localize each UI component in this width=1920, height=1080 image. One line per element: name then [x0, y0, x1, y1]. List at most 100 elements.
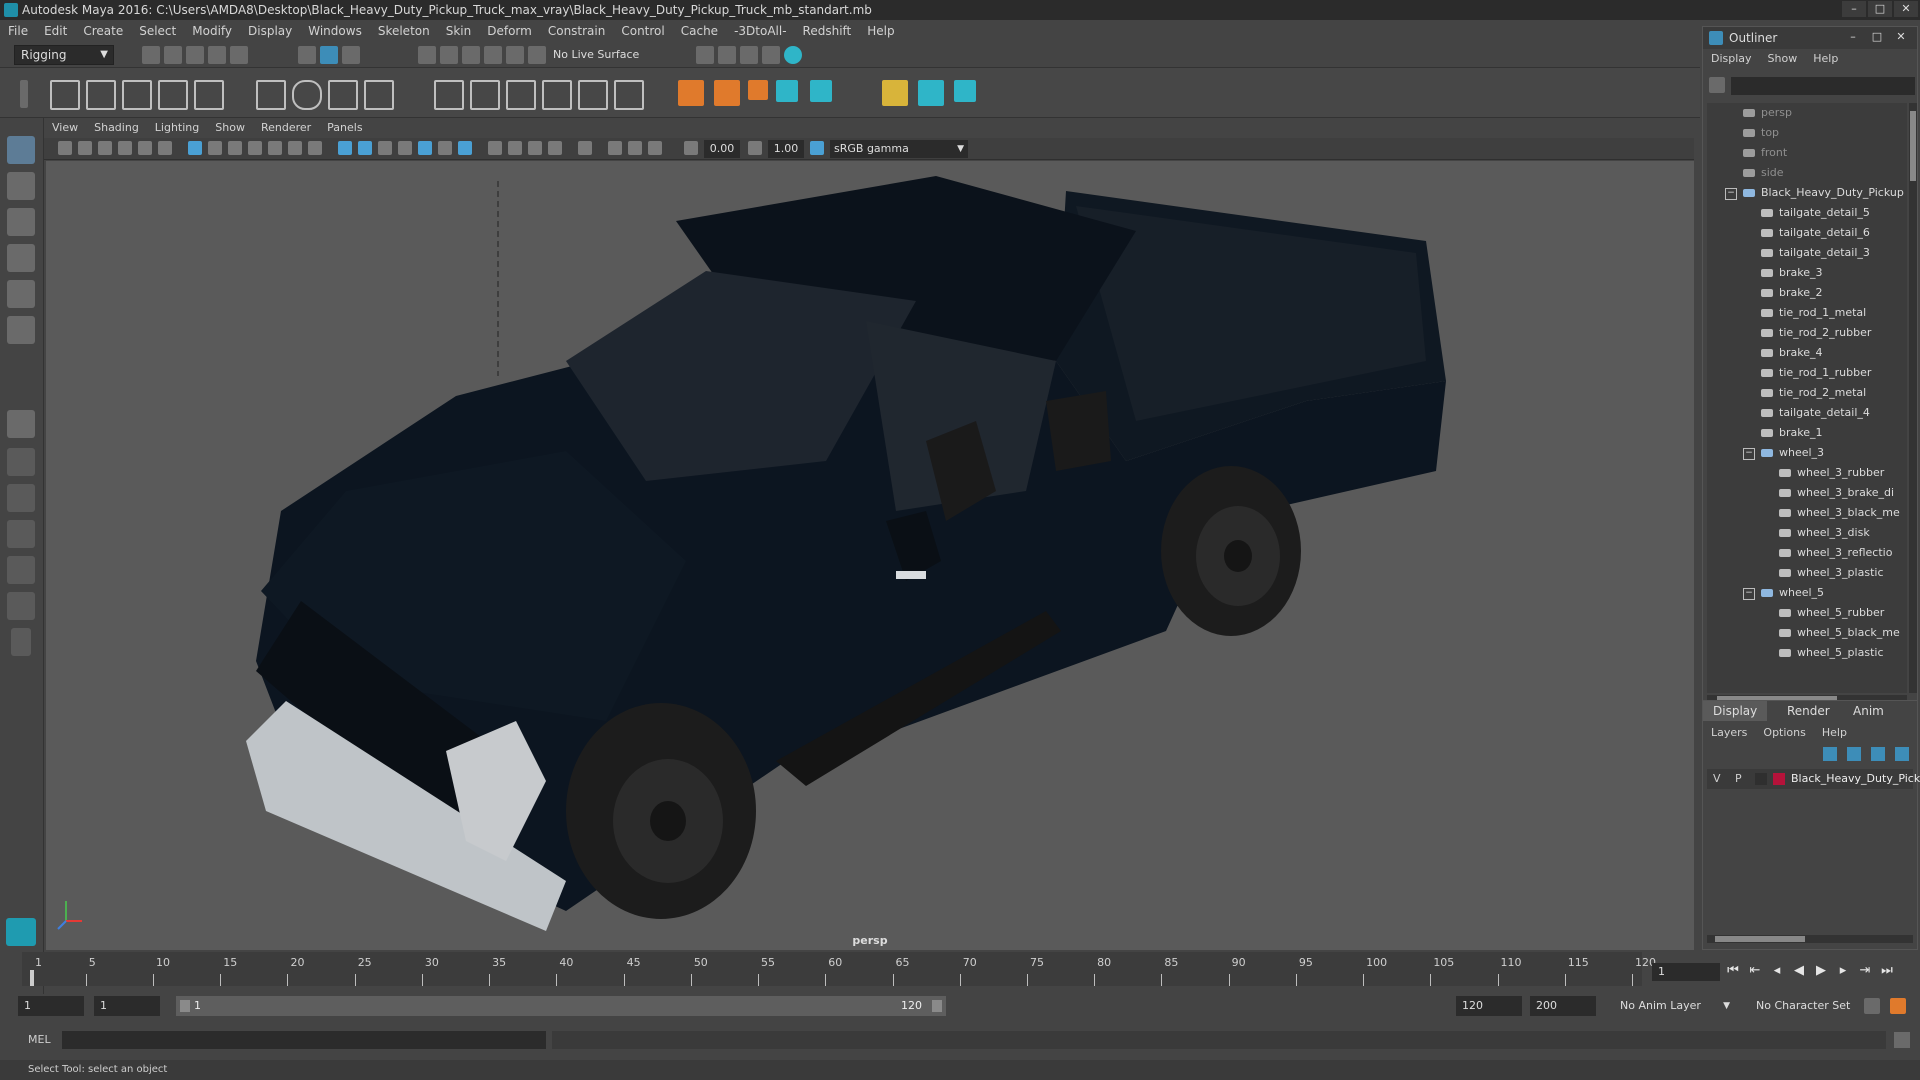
outliner-item[interactable]: − wheel_5 — [1743, 583, 1824, 603]
remove-influence-icon[interactable] — [542, 80, 572, 110]
add-influence-icon[interactable] — [506, 80, 536, 110]
outliner-item[interactable]: brake_4 — [1761, 343, 1823, 363]
close-button[interactable]: ✕ — [1891, 30, 1911, 46]
layer-hscrollbar[interactable] — [1707, 935, 1913, 943]
bind-skin-icon[interactable] — [434, 80, 464, 110]
scale-constraint-icon[interactable] — [776, 80, 798, 102]
viewport-persp[interactable]: persp — [46, 161, 1694, 950]
history-icon[interactable] — [528, 46, 546, 64]
current-frame-field[interactable]: 1 — [1652, 963, 1720, 981]
textured-icon[interactable] — [418, 141, 432, 155]
depth-of-field-icon[interactable] — [548, 141, 562, 155]
screen-space-ao-icon[interactable] — [488, 141, 502, 155]
menu-file[interactable]: File — [0, 20, 36, 42]
snap-view-icon[interactable] — [484, 46, 502, 64]
outliner-scrollbar[interactable] — [1909, 103, 1917, 693]
step-forward-frame-icon[interactable]: ▸ — [1834, 962, 1852, 980]
orient-constraint-icon[interactable] — [748, 80, 768, 100]
outliner-search-input[interactable] — [1731, 77, 1915, 95]
go-to-end-icon[interactable]: ⏭ — [1878, 962, 1896, 980]
outliner-menu-display[interactable]: Display — [1703, 49, 1760, 69]
color-management-icon[interactable] — [810, 141, 824, 155]
panel-menu-view[interactable]: View — [44, 118, 86, 138]
film-gate-icon[interactable] — [208, 141, 222, 155]
xray-icon[interactable] — [608, 141, 622, 155]
move-tool-icon[interactable] — [7, 244, 35, 272]
rotate-tool-icon[interactable] — [7, 280, 35, 308]
image-plane-icon[interactable] — [118, 141, 132, 155]
tab-display[interactable]: Display — [1703, 701, 1768, 721]
outliner-item[interactable]: tailgate_detail_6 — [1761, 223, 1870, 243]
aim-constraint-icon[interactable] — [714, 80, 740, 106]
paint-weights-icon[interactable] — [470, 80, 500, 110]
go-to-start-icon[interactable]: ⏮ — [1724, 962, 1742, 980]
select-hierarchy-icon[interactable] — [298, 46, 316, 64]
shadows-icon[interactable] — [458, 141, 472, 155]
menu-edit[interactable]: Edit — [36, 20, 75, 42]
snap-curve-icon[interactable] — [440, 46, 458, 64]
menu-modify[interactable]: Modify — [184, 20, 240, 42]
render-settings-icon[interactable] — [740, 46, 758, 64]
layer-playback-toggle[interactable]: P — [1735, 769, 1742, 789]
detach-skin-icon[interactable] — [578, 80, 608, 110]
two-d-pan-icon[interactable] — [138, 141, 152, 155]
grid-icon[interactable] — [188, 141, 202, 155]
render-view-icon[interactable] — [784, 46, 802, 64]
persp-outliner-layout-icon[interactable] — [7, 484, 35, 512]
menu-select[interactable]: Select — [131, 20, 184, 42]
command-language-label[interactable]: MEL — [28, 1030, 51, 1050]
wireframe-on-shaded-icon[interactable] — [398, 141, 412, 155]
close-button[interactable]: ✕ — [1894, 1, 1918, 17]
outliner-item[interactable]: tailgate_detail_5 — [1761, 203, 1870, 223]
camera-attributes-icon[interactable] — [78, 141, 92, 155]
layer-menu-help[interactable]: Help — [1814, 723, 1855, 743]
step-back-frame-icon[interactable]: ◂ — [1768, 962, 1786, 980]
command-input[interactable] — [62, 1031, 546, 1049]
outliner-item[interactable]: side — [1743, 163, 1784, 183]
character-set-select[interactable]: No Character Set — [1756, 996, 1866, 1016]
layer-hscroll-thumb[interactable] — [1715, 936, 1805, 942]
anti-aliasing-icon[interactable] — [528, 141, 542, 155]
menu-3dtoall[interactable]: -3DtoAll- — [726, 20, 794, 42]
outliner-item[interactable]: tailgate_detail_3 — [1761, 243, 1870, 263]
field-chart-icon[interactable] — [268, 141, 282, 155]
persp-uv-layout-icon[interactable] — [7, 592, 35, 620]
menu-help[interactable]: Help — [859, 20, 902, 42]
move-layer-up-icon[interactable] — [1823, 747, 1837, 761]
layer-menu-options[interactable]: Options — [1755, 723, 1813, 743]
resolution-gate-icon[interactable] — [228, 141, 242, 155]
outliner-options-icon[interactable] — [1709, 77, 1725, 93]
maximize-button[interactable]: □ — [1867, 30, 1887, 46]
outliner-item[interactable]: brake_1 — [1761, 423, 1823, 443]
outliner-item[interactable]: wheel_3_rubber — [1779, 463, 1884, 483]
outliner-item[interactable]: tie_rod_1_rubber — [1761, 363, 1871, 383]
layer-row[interactable]: V P Black_Heavy_Duty_Pick — [1707, 769, 1920, 789]
outliner-item[interactable]: − wheel_3 — [1743, 443, 1824, 463]
select-tool-icon[interactable] — [7, 136, 35, 164]
collapse-toggle-icon[interactable]: − — [1743, 448, 1755, 460]
playback-start-field[interactable]: 1 — [94, 996, 160, 1016]
range-end-handle[interactable] — [932, 1000, 942, 1012]
outliner-item[interactable]: brake_3 — [1761, 263, 1823, 283]
menu-skeleton[interactable]: Skeleton — [370, 20, 438, 42]
lasso-tool-icon[interactable] — [7, 172, 35, 200]
persp-graph-layout-icon[interactable] — [7, 520, 35, 548]
cluster-icon[interactable] — [292, 80, 322, 110]
playback-end-field[interactable]: 120 — [1456, 996, 1522, 1016]
wire-icon[interactable] — [364, 80, 394, 110]
outliner-item[interactable]: front — [1743, 143, 1787, 163]
wireframe-icon[interactable] — [338, 141, 352, 155]
animation-start-field[interactable]: 1 — [18, 996, 84, 1016]
animation-end-field[interactable]: 200 — [1530, 996, 1596, 1016]
collapse-toggle-icon[interactable]: − — [1743, 588, 1755, 600]
orient-joint-icon[interactable] — [194, 80, 224, 110]
collapse-toggle-icon[interactable]: − — [1725, 188, 1737, 200]
gamma-icon[interactable] — [748, 141, 762, 155]
open-scene-icon[interactable] — [164, 46, 182, 64]
menu-control[interactable]: Control — [613, 20, 672, 42]
live-surface-label[interactable]: No Live Surface — [553, 46, 653, 64]
grease-pencil-icon[interactable] — [158, 141, 172, 155]
go-to-bind-pose-icon[interactable] — [614, 80, 644, 110]
exposure-icon[interactable] — [684, 141, 698, 155]
panel-menu-lighting[interactable]: Lighting — [147, 118, 207, 138]
